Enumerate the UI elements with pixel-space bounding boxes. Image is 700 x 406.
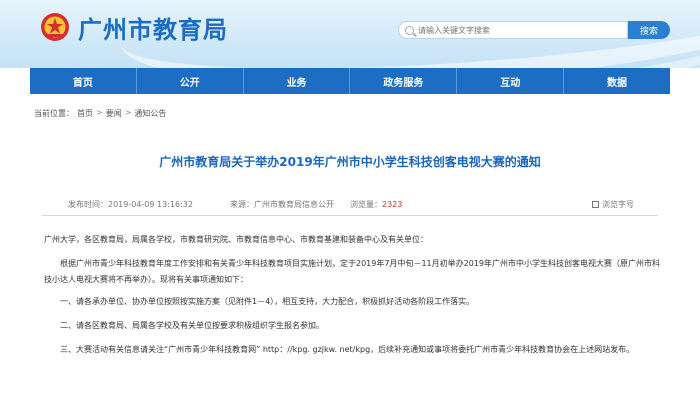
search-field[interactable] — [398, 21, 628, 39]
search-button[interactable]: 搜索 — [628, 21, 670, 39]
font-size-control[interactable]: 浏览字号 — [592, 199, 634, 210]
search-input[interactable] — [418, 25, 618, 35]
breadcrumb-separator: > — [124, 108, 132, 117]
nav-item-business[interactable]: 业务 — [244, 68, 351, 94]
nav-item-public[interactable]: 公开 — [137, 68, 244, 94]
search-icon — [405, 25, 414, 35]
font-size-icon — [592, 201, 599, 208]
nav-item-data[interactable]: 数据 — [564, 68, 670, 94]
divider — [42, 215, 658, 216]
font-size-label[interactable]: 浏览字号 — [602, 200, 634, 209]
article-body: 广州大学，各区教育局，局属各学校，市教育研究院、市教育信息中心、市教育基建和装备… — [44, 232, 662, 362]
paragraph: 二、请各区教育局、局属各学校及有关单位按要求积极组织学生报名参加。 — [60, 321, 324, 330]
site-title[interactable]: 广州市教育局 — [78, 10, 228, 45]
views-label: 浏览量： — [350, 200, 382, 209]
breadcrumb-news[interactable]: 要闻 — [106, 108, 122, 119]
article-title: 广州市教育局关于举办2019年广州市中小学生科技创客电视大赛的通知 — [159, 155, 541, 169]
nav-item-gov-services[interactable]: 政务服务 — [350, 68, 458, 94]
publish-time: 发布时间：2019-04-09 13:16:32 — [68, 200, 193, 209]
main-nav: 首页 公开 业务 政务服务 互动 数据 — [30, 68, 670, 94]
emblem-icon[interactable] — [40, 12, 70, 42]
breadcrumb-prefix: 当前位置： — [34, 109, 74, 118]
nav-item-interaction[interactable]: 互动 — [457, 68, 565, 94]
breadcrumb-home[interactable]: 首页 — [77, 108, 93, 119]
salutation: 广州大学，各区教育局，局属各学校，市教育研究院、市教育信息中心、市教育基建和装备… — [44, 235, 428, 244]
paragraph: 三、大赛活动有关信息请关注“广州市青少年科技教育网” http：//kpg. g… — [60, 345, 635, 354]
site-header: 广州市教育局 搜索 — [0, 0, 700, 68]
views-count: 2323 — [382, 200, 403, 209]
article-meta: 发布时间：2019-04-09 13:16:32 来源：广州市教育局信息公开 浏… — [42, 196, 658, 214]
views: 浏览量：2323 — [350, 199, 402, 210]
paragraph: 根据广州市青少年科技教育年度工作安排和有关青少年科技教育项目实施计划，定于201… — [44, 259, 660, 284]
breadcrumb: 当前位置： 首页 > 要闻 > 通知公告 — [34, 108, 166, 119]
article-source: 来源：广州市教育局信息公开 — [230, 200, 334, 209]
breadcrumb-notices[interactable]: 通知公告 — [134, 108, 166, 119]
paragraph: 一、请各承办单位、协办单位按照按实施方案（见附件1－4），相互支持，大力配合，积… — [60, 297, 475, 306]
breadcrumb-separator: > — [96, 108, 103, 117]
nav-item-home[interactable]: 首页 — [30, 68, 137, 94]
